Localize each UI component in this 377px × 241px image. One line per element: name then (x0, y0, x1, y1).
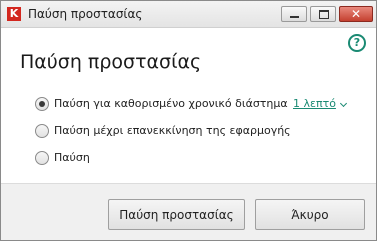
radio-selected-dot (39, 101, 45, 107)
option-label: Παύση για καθορισμένο χρονικό διάστημα (54, 97, 288, 110)
page-title: Παύση προστασίας (20, 51, 202, 73)
close-button[interactable]: ✕ (339, 6, 373, 22)
window-title: Παύση προστασίας (28, 7, 143, 21)
maximize-button[interactable] (310, 6, 336, 22)
maximize-icon (319, 10, 329, 19)
chevron-down-icon[interactable] (339, 99, 348, 108)
radio-pause[interactable] (35, 151, 49, 165)
option-label: Παύση (54, 151, 90, 164)
radio-pause-for-duration[interactable] (35, 97, 49, 111)
pause-protection-button[interactable]: Παύση προστασίας (108, 199, 245, 230)
option-label: Παύση μέχρι επανεκκίνηση της εφαρμογής (54, 124, 291, 137)
duration-link[interactable]: 1 λεπτό (293, 96, 336, 111)
radio-pause-until-restart[interactable] (35, 124, 49, 138)
dialog-window: K Παύση προστασίας ✕ ? Παύση προστασίας … (0, 0, 377, 241)
cancel-button[interactable]: Άκυρο (255, 199, 365, 230)
help-icon[interactable]: ? (348, 34, 366, 52)
title-bar[interactable]: K Παύση προστασίας ✕ (1, 1, 376, 28)
minimize-button[interactable] (281, 6, 307, 22)
dialog-footer: Παύση προστασίας Άκυρο (1, 183, 376, 240)
close-icon: ✕ (350, 7, 362, 21)
minimize-icon (290, 16, 299, 18)
kaspersky-app-icon: K (7, 7, 21, 21)
